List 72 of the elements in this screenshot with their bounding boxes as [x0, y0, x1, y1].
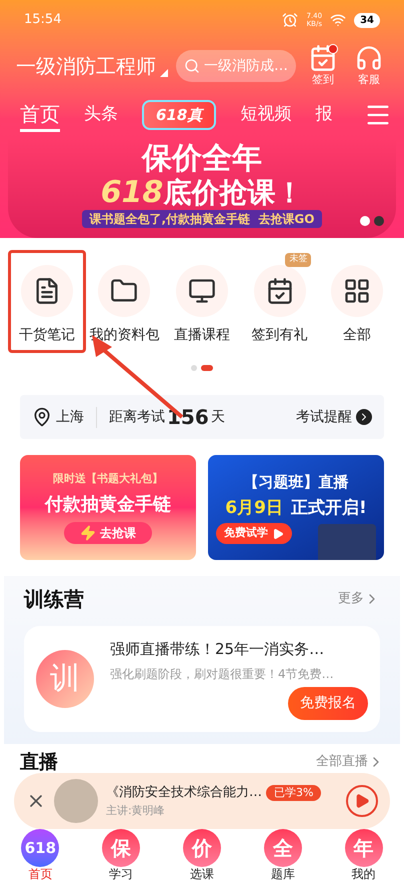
- banner-headline: 保价全年: [142, 142, 262, 176]
- promo-tab[interactable]: 618真: [142, 100, 216, 130]
- course-avatar: 训: [36, 650, 94, 708]
- banner-date: 6月9日: [225, 496, 283, 520]
- free-trial-button[interactable]: 免费试学: [216, 523, 292, 544]
- lightning-icon: [80, 525, 96, 542]
- unsigned-badge: 未签: [285, 253, 312, 266]
- search-icon: [184, 58, 200, 74]
- banner-headline: 付款抽黄金手链: [45, 493, 171, 518]
- wifi-icon: [330, 12, 346, 28]
- nav-tab[interactable]: 头条: [84, 102, 118, 128]
- play-icon: [354, 793, 370, 809]
- course-title: 强师直播带练！25年一消实务…: [110, 639, 326, 660]
- banner-number: 618: [100, 176, 164, 210]
- progress-badge: 已学3%: [266, 784, 322, 801]
- calendar-icon: [309, 44, 337, 72]
- bottom-nav-item[interactable]: 618 首页: [0, 829, 81, 885]
- city-label: 上海: [56, 406, 97, 428]
- photo-placeholder: [318, 524, 376, 560]
- shortcut-item[interactable]: 未签 签到有礼: [240, 250, 318, 353]
- free-signup-button[interactable]: 免费报名: [288, 686, 368, 720]
- shortcut-item[interactable]: 干货笔记: [8, 250, 86, 353]
- banner-slogan: 底价抢课！: [163, 176, 304, 210]
- bottom-nav-item[interactable]: 价 选课: [162, 829, 242, 885]
- course-subtitle: 强化刷题阶段，刷对题很重要！4节免费…: [110, 666, 335, 682]
- banner-subtitle: 课书题全包了,付款抽黄金手链 去抢课GO: [82, 210, 322, 228]
- section-title: 训练营: [24, 586, 84, 613]
- nav-icon: 保: [102, 829, 140, 867]
- dropdown-caret-icon: [160, 69, 168, 77]
- course-title: 《消防安全技术综合能力…: [106, 784, 262, 802]
- banner-tagline: 【习题班】直播: [244, 472, 348, 494]
- exam-selector[interactable]: 一级消防工程师: [16, 51, 168, 81]
- shortcut-item[interactable]: 直播课程: [163, 250, 241, 353]
- bottom-nav-item[interactable]: 保 学习: [80, 829, 162, 885]
- course-card[interactable]: 训 强师直播带练！25年一消实务… 强化刷题阶段，刷对题很重要！4节免费… 免费报名: [24, 626, 380, 732]
- monitor-icon: [188, 277, 216, 305]
- nav-icon: 年: [344, 829, 383, 867]
- nav-tab[interactable]: 首页: [20, 98, 60, 132]
- location-icon: [32, 407, 52, 427]
- service-button[interactable]: 客服: [350, 44, 388, 88]
- play-icon: [272, 528, 284, 540]
- nav-icon: 价: [182, 829, 221, 867]
- play-button[interactable]: [346, 785, 378, 817]
- banner-headline: 正式开启!: [290, 496, 367, 520]
- alarm-icon: [282, 12, 298, 28]
- exam-reminder-link[interactable]: 考试提醒: [296, 406, 372, 428]
- calendar-check-icon: [266, 277, 294, 305]
- checkin-button[interactable]: 签到: [304, 44, 342, 88]
- headset-icon: [355, 44, 383, 72]
- nav-icon: 全: [264, 829, 302, 867]
- bottom-nav-item[interactable]: 年 我的: [323, 829, 404, 885]
- lecturer-avatar: [54, 779, 98, 823]
- bottom-nav-item[interactable]: 全 题库: [242, 829, 324, 885]
- nav-icon: 618: [21, 829, 60, 867]
- shortcut-item[interactable]: 全部: [318, 250, 396, 353]
- lecturer-name: 主讲:黄明峰: [106, 802, 166, 818]
- nav-tab[interactable]: 短视频: [240, 102, 292, 128]
- grid-icon: [343, 277, 372, 305]
- more-link[interactable]: 更多: [338, 589, 380, 609]
- status-time: 15:54: [24, 11, 62, 30]
- banner-tagline: 限时送【书题大礼包】: [53, 470, 163, 487]
- section-title: 直播: [20, 750, 58, 774]
- promo-banner[interactable]: 【习题班】直播 6月9日 正式开启! 免费试学: [208, 455, 384, 560]
- grab-course-button[interactable]: 去抢课: [64, 522, 152, 544]
- countdown-label: 距离考试: [109, 408, 165, 426]
- days-count: 156: [167, 404, 209, 431]
- mini-player[interactable]: 《消防安全技术综合能力… 已学3% 主讲:黄明峰: [14, 773, 390, 829]
- promo-banner[interactable]: 限时送【书题大礼包】 付款抽黄金手链 去抢课: [20, 455, 196, 560]
- all-live-link[interactable]: 全部直播: [316, 752, 384, 772]
- nav-tab[interactable]: 报: [315, 102, 332, 128]
- battery-level: 34: [354, 12, 380, 28]
- days-unit: 天: [210, 408, 225, 426]
